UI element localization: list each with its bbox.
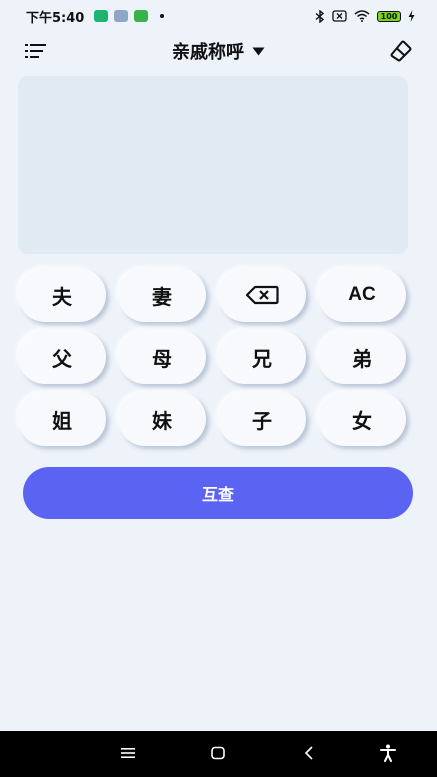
accessibility-icon[interactable] xyxy=(380,744,396,762)
app-notification-icon xyxy=(94,10,109,22)
charging-icon xyxy=(408,10,415,22)
system-nav-bar xyxy=(0,731,437,777)
bluetooth-icon xyxy=(315,9,325,23)
caret-down-icon xyxy=(252,47,265,55)
key-mother[interactable]: 母 xyxy=(118,330,206,384)
key-wife[interactable]: 妻 xyxy=(118,268,206,322)
status-time: 下午5:40 xyxy=(26,10,85,26)
clear-all-button[interactable]: AC xyxy=(318,268,406,322)
more-notifications-dot-icon xyxy=(160,14,165,18)
key-elder-sister[interactable]: 姐 xyxy=(18,392,106,446)
status-right: 100 xyxy=(315,9,415,23)
app-notification-icon xyxy=(134,10,149,22)
mutual-query-button[interactable]: 互查 xyxy=(23,467,413,519)
key-daughter[interactable]: 女 xyxy=(318,392,406,446)
key-son[interactable]: 子 xyxy=(218,392,306,446)
recent-apps-icon[interactable] xyxy=(121,747,135,759)
title-selector[interactable]: 亲戚称呼 xyxy=(0,38,437,64)
key-husband[interactable]: 夫 xyxy=(18,268,106,322)
key-elder-brother[interactable]: 兄 xyxy=(218,330,306,384)
backspace-button[interactable] xyxy=(218,268,306,322)
back-icon[interactable] xyxy=(304,746,314,760)
wifi-icon xyxy=(354,10,370,22)
status-left: 下午5:40 xyxy=(26,7,165,26)
home-icon[interactable] xyxy=(211,746,225,760)
key-younger-sister[interactable]: 妹 xyxy=(118,392,206,446)
key-younger-brother[interactable]: 弟 xyxy=(318,330,406,384)
sim-off-icon xyxy=(332,10,347,22)
key-father[interactable]: 父 xyxy=(18,330,106,384)
app-header: 亲戚称呼 xyxy=(0,32,437,72)
status-bar: 下午5:40 100 xyxy=(0,0,437,32)
page-title: 亲戚称呼 xyxy=(172,42,244,63)
eraser-icon[interactable] xyxy=(389,39,413,63)
app-notification-icon xyxy=(114,10,129,22)
backspace-icon xyxy=(245,285,279,305)
relation-keypad: 夫 妻 AC 父 母 兄 弟 姐 妹 子 女 xyxy=(18,268,408,446)
battery-icon: 100 xyxy=(377,10,401,22)
result-display-panel xyxy=(18,76,408,254)
